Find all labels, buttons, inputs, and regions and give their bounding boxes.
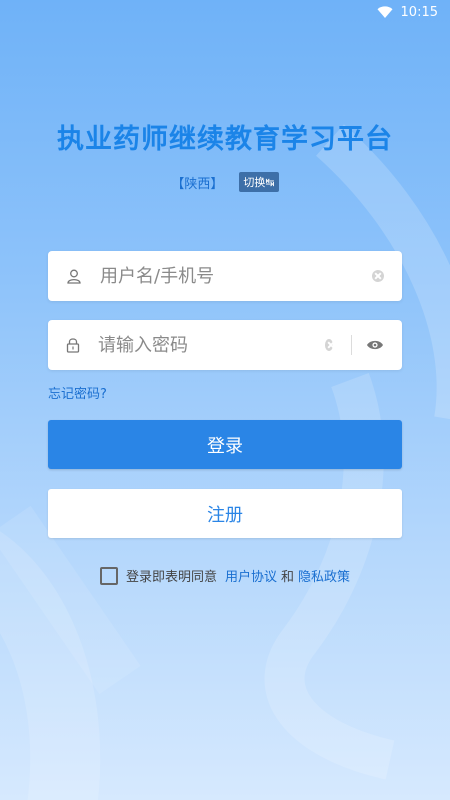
login-screen: 10:15 执业药师继续教育学习平台 【陕西】 切换↹ 用户名/手机号 忘记密码… <box>0 0 450 800</box>
field-divider <box>351 335 352 355</box>
user-agreement-link[interactable]: 用户协议 <box>225 566 277 585</box>
wifi-icon <box>377 5 393 19</box>
agreement-prefix: 登录即表明同意 <box>125 570 217 585</box>
forgot-password-link[interactable]: 忘记密码? <box>48 383 107 402</box>
username-input[interactable] <box>98 250 372 302</box>
eye-icon[interactable] <box>366 336 384 354</box>
region-row: 【陕西】 切换↹ <box>0 172 450 192</box>
agreement-checkbox[interactable] <box>99 566 118 585</box>
status-bar: 10:15 <box>0 0 450 24</box>
page-title: 执业药师继续教育学习平台 <box>57 124 393 155</box>
status-time: 10:15 <box>400 4 438 20</box>
switch-region-button[interactable]: 切换↹ <box>239 172 279 192</box>
privacy-policy-link[interactable]: 隐私政策 <box>298 566 350 585</box>
username-field <box>48 250 402 302</box>
register-button[interactable]: 注册 <box>48 489 402 538</box>
clear-password-icon[interactable] <box>325 339 334 351</box>
agreement-and: 和 <box>281 570 295 585</box>
password-field <box>48 319 402 371</box>
clear-username-icon[interactable] <box>372 270 384 282</box>
lock-icon <box>66 337 80 353</box>
agreement-row: 登录即表明同意 用户协议 和 隐私政策 <box>0 566 450 585</box>
login-button[interactable]: 登录 <box>48 420 402 469</box>
user-icon <box>66 268 82 284</box>
password-input[interactable] <box>96 319 325 371</box>
region-label: 【陕西】 <box>171 176 224 192</box>
